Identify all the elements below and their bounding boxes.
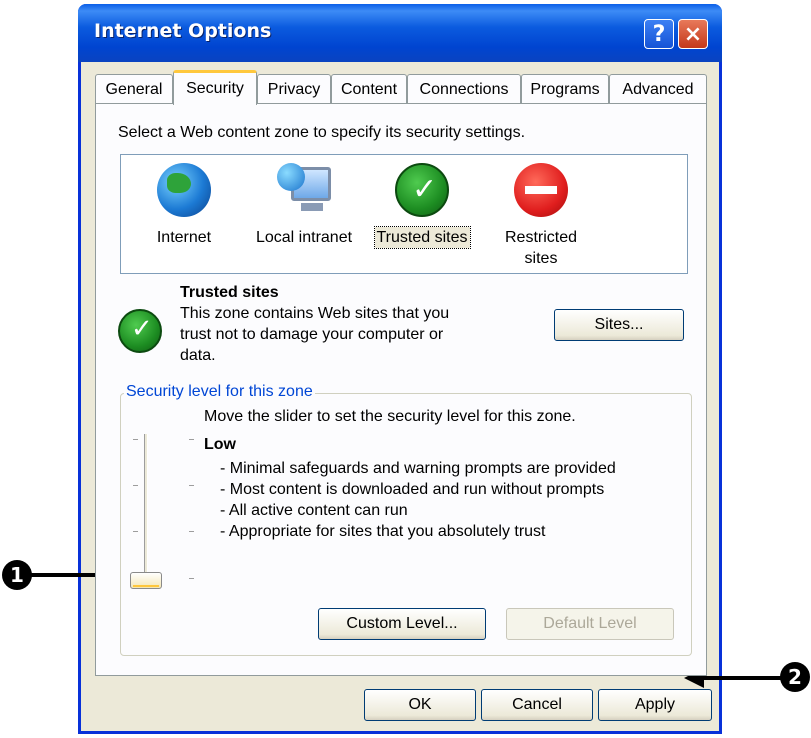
tab-security[interactable]: Security (173, 70, 257, 105)
tab-programs[interactable]: Programs (521, 74, 609, 104)
level-detail: - All active content can run (220, 502, 408, 519)
close-icon: × (683, 21, 703, 47)
level-detail: - Minimal safeguards and warning prompts… (220, 460, 616, 477)
window-title: Internet Options (94, 20, 272, 42)
trusted-sites-icon: ✓ (118, 309, 162, 353)
zone-label: Local intranet (255, 229, 353, 246)
zone-trusted-sites[interactable]: ✓ Trusted sites (367, 163, 477, 249)
security-level-name: Low (204, 436, 236, 453)
callout-1: 1 (2, 560, 32, 590)
cancel-button[interactable]: Cancel (481, 689, 593, 721)
ok-button[interactable]: OK (364, 689, 476, 721)
tab-connections[interactable]: Connections (407, 74, 521, 104)
slider-hint: Move the slider to set the security leve… (204, 408, 576, 425)
internet-options-window: Internet Options ? × General Security Pr… (78, 4, 722, 734)
zone-restricted-sites[interactable]: Restricted sites (487, 163, 595, 269)
tab-general[interactable]: General (95, 74, 173, 104)
zone-list: Internet Local intranet ✓ Trusted sites … (120, 154, 688, 274)
zone-label: Restricted sites (504, 229, 578, 267)
zone-label: Internet (156, 229, 212, 246)
zone-heading: Trusted sites (180, 284, 279, 301)
security-level-title: Security level for this zone (124, 383, 315, 401)
zone-description-line: data. (180, 347, 216, 364)
title-bar[interactable]: Internet Options ? × (78, 4, 722, 62)
help-icon: ? (652, 21, 666, 47)
intranet-icon (277, 163, 331, 217)
help-button[interactable]: ? (644, 19, 674, 49)
tab-privacy[interactable]: Privacy (257, 74, 331, 104)
custom-level-button[interactable]: Custom Level... (318, 608, 486, 640)
default-level-button[interactable]: Default Level (506, 608, 674, 640)
tab-content[interactable]: Content (331, 74, 407, 104)
zone-label: Trusted sites (373, 226, 471, 249)
zone-description-line: This zone contains Web sites that you (180, 305, 450, 322)
apply-button[interactable]: Apply (598, 689, 712, 721)
security-panel: Select a Web content zone to specify its… (95, 103, 707, 676)
tab-advanced[interactable]: Advanced (609, 74, 707, 104)
level-detail: - Most content is downloaded and run wit… (220, 481, 605, 498)
no-entry-icon (514, 163, 568, 217)
zone-instruction: Select a Web content zone to specify its… (118, 124, 526, 141)
zone-local-intranet[interactable]: Local intranet (241, 163, 367, 248)
security-slider-track[interactable] (144, 434, 148, 584)
callout-2-arrow (700, 676, 782, 680)
zone-internet[interactable]: Internet (129, 163, 239, 248)
callout-2: 2 (780, 662, 810, 692)
checkmark-icon: ✓ (395, 163, 449, 217)
close-button[interactable]: × (678, 19, 708, 49)
security-slider-thumb[interactable] (130, 572, 162, 589)
sites-button[interactable]: Sites... (554, 309, 684, 341)
globe-icon (157, 163, 211, 217)
level-detail: - Appropriate for sites that you absolut… (220, 523, 546, 540)
zone-description-line: trust not to damage your computer or (180, 326, 444, 343)
